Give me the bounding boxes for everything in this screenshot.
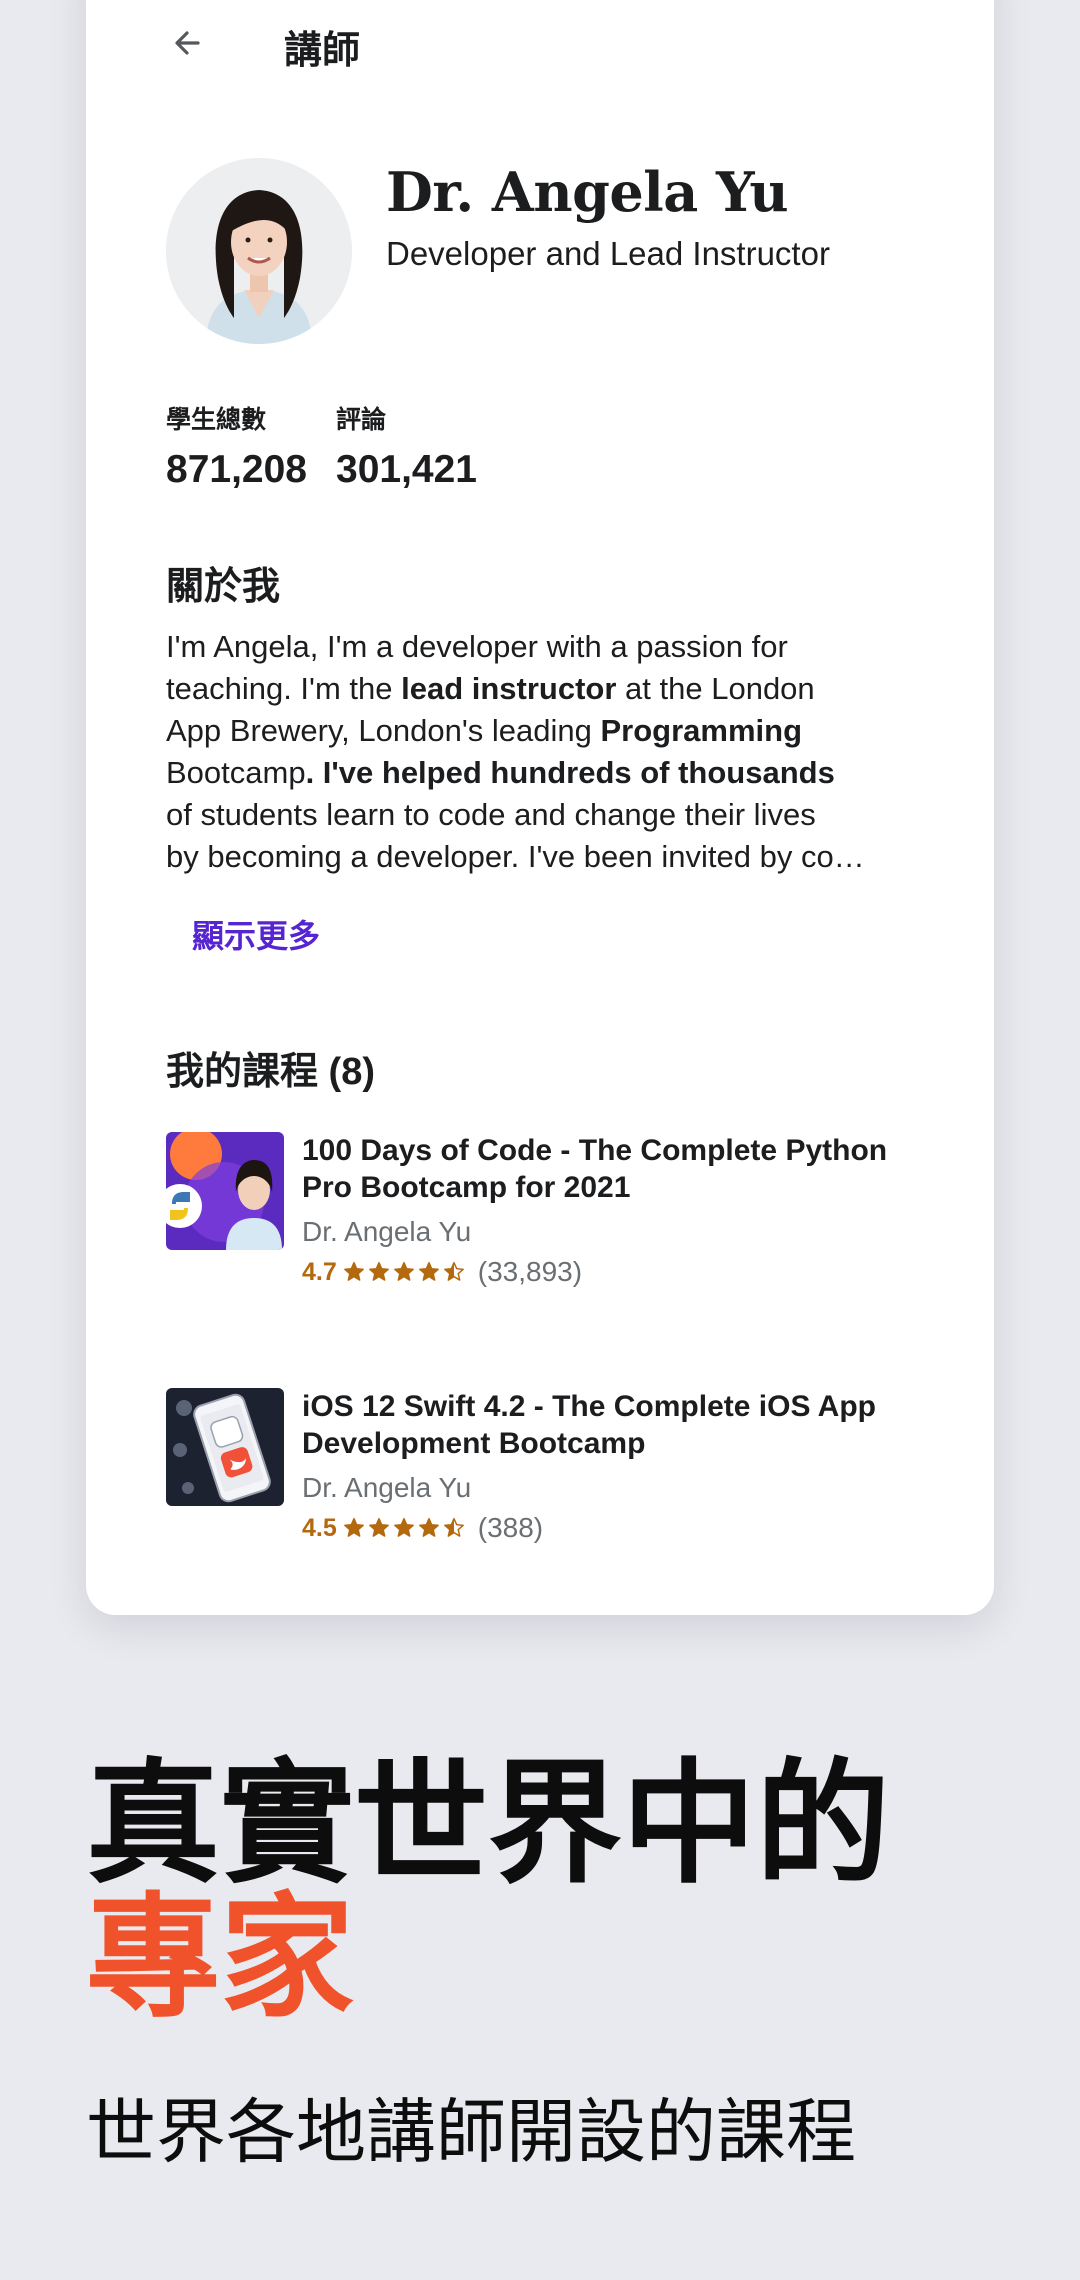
course-thumbnail (166, 1388, 284, 1506)
review-count: (33,893) (477, 1256, 583, 1287)
instructor-role: Developer and Lead Instructor (386, 235, 830, 272)
star-full-icon (393, 1517, 414, 1537)
about-emphasis: . I've helped hundreds of thousands (305, 755, 835, 790)
star-rating (343, 1517, 468, 1539)
about-emphasis: lead instructor (401, 671, 617, 706)
about-line: teaching. I'm the lead instructor at the… (166, 668, 926, 710)
course-title: iOS 12 Swift 4.2 - The Complete iOS App … (302, 1390, 876, 1460)
about-line: I'm Angela, I'm a developer with a passi… (166, 626, 926, 668)
course-author: Dr. Angela Yu (302, 1472, 472, 1503)
about-emphasis: Programming (600, 713, 802, 748)
about-text-segment: I'm Angela, I'm a developer with a passi… (166, 629, 788, 664)
about-text-segment: of students learn to code and change the… (166, 797, 816, 832)
instructor-name: Dr. Angela Yu (386, 160, 789, 224)
rating-value: 4.7 (302, 1257, 337, 1286)
star-rating (343, 1261, 468, 1283)
review-count: (388) (477, 1512, 544, 1543)
star-full-icon (368, 1261, 389, 1281)
star-full-icon (393, 1261, 414, 1281)
rating-value: 4.5 (302, 1513, 337, 1542)
about-text-segment: Bootcamp (166, 755, 306, 790)
course-rating: 4.7 (33,893) (302, 1256, 582, 1288)
course-item[interactable]: 100 Days of Code - The Complete Python P… (166, 1132, 926, 1302)
about-text: I'm Angela, I'm a developer with a passi… (166, 626, 926, 878)
star-half-icon (443, 1261, 464, 1281)
about-line: App Brewery, London's leading Programmin… (166, 710, 926, 752)
reviews-label: 評論 (336, 406, 387, 434)
about-line: of students learn to code and change the… (166, 794, 926, 836)
course-title: 100 Days of Code - The Complete Python P… (302, 1134, 888, 1204)
about-line: by becoming a developer. I've been invit… (166, 836, 926, 878)
app-header: 講師 (86, 0, 994, 86)
star-full-icon (418, 1261, 439, 1281)
back-button[interactable] (168, 20, 214, 66)
star-full-icon (343, 1261, 364, 1281)
promo-headline-accent: 專家 (86, 1884, 355, 2033)
about-text-segment: by becoming a developer. I've been invit… (166, 839, 865, 874)
course-item[interactable]: iOS 12 Swift 4.2 - The Complete iOS App … (166, 1388, 926, 1558)
about-text-segment: teaching. I'm the (166, 671, 402, 706)
students-count: 871,208 (166, 448, 307, 491)
show-more-button[interactable]: 顯示更多 (192, 911, 320, 957)
students-label: 學生總數 (166, 406, 267, 434)
instructor-profile-card: 講師 Dr. Angela Yu Developer and Lead Inst… (86, 0, 994, 1615)
course-thumbnail (166, 1132, 284, 1250)
star-full-icon (368, 1517, 389, 1537)
course-rating: 4.5 (388) (302, 1512, 543, 1544)
promo-subheadline: 世界各地講師開設的課程 (86, 2093, 856, 2171)
instructor-avatar (166, 158, 352, 344)
reviews-count: 301,421 (336, 448, 477, 491)
about-line: Bootcamp. I've helped hundreds of thousa… (166, 752, 926, 794)
page-title: 講師 (284, 30, 361, 72)
about-heading: 關於我 (166, 566, 281, 608)
star-half-icon (443, 1517, 464, 1537)
courses-heading: 我的課程 (8) (166, 1051, 376, 1093)
star-full-icon (418, 1517, 439, 1537)
course-author: Dr. Angela Yu (302, 1216, 472, 1247)
about-text-segment: App Brewery, London's leading (166, 713, 601, 748)
promo-headline: 真實世界中的 (86, 1750, 891, 1899)
about-text-segment: at the London (616, 671, 815, 706)
scroll-fade (86, 1555, 994, 1615)
star-full-icon (343, 1517, 364, 1537)
arrow-left-icon (175, 31, 200, 55)
